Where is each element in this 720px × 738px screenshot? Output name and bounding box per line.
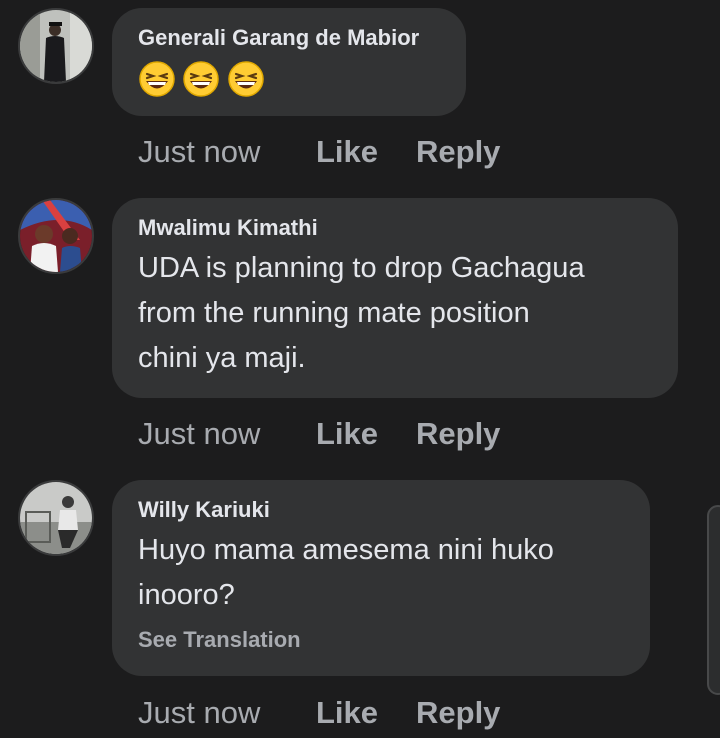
comment-bubble: Mwalimu Kimathi UDA is planning to drop … [112, 198, 678, 398]
grinning-squinting-face-icon [139, 61, 175, 97]
comment-text: Huyo mama amesema nini huko inooro? [138, 528, 624, 618]
comment-actions: Just now Like Reply [138, 414, 500, 454]
comment-actions: Just now Like Reply [138, 693, 500, 733]
comment-text: UDA is planning to drop Gachagua from th… [138, 246, 652, 381]
comment-author[interactable]: Willy Kariuki [138, 496, 624, 524]
comment-text-line: chini ya maji. [138, 342, 306, 374]
reply-button[interactable]: Reply [416, 414, 500, 454]
comment-text-line: from the running mate position [138, 297, 530, 329]
like-button[interactable]: Like [316, 132, 416, 172]
like-button[interactable]: Like [316, 693, 416, 733]
comment-timestamp: Just now [138, 134, 261, 169]
comment-author[interactable]: Generali Garang de Mabior [138, 24, 440, 52]
comment-timestamp: Just now [138, 695, 261, 730]
emoji-row [138, 60, 440, 100]
comment-text-line: Huyo mama amesema nini huko [138, 534, 554, 566]
comment-actions: Just now Like Reply [138, 132, 500, 172]
grinning-squinting-face-icon [183, 61, 220, 97]
reply-button[interactable]: Reply [416, 693, 500, 733]
comment-timestamp: Just now [138, 416, 261, 451]
comment-author[interactable]: Mwalimu Kimathi [138, 214, 652, 242]
avatar[interactable] [18, 480, 94, 556]
comment-text-line: inooro? [138, 579, 235, 611]
reply-button[interactable]: Reply [416, 132, 500, 172]
see-translation-link[interactable]: See Translation [138, 626, 624, 654]
comment-text-line: UDA is planning to drop Gachagua [138, 252, 585, 284]
comment-bubble: Willy Kariuki Huyo mama amesema nini huk… [112, 480, 650, 676]
avatar[interactable] [18, 198, 94, 274]
comment-bubble: Generali Garang de Mabior [112, 8, 466, 116]
grinning-squinting-face-icon [228, 61, 264, 97]
like-button[interactable]: Like [316, 414, 416, 454]
scrollbar-thumb[interactable] [707, 505, 720, 695]
avatar[interactable] [18, 8, 94, 84]
